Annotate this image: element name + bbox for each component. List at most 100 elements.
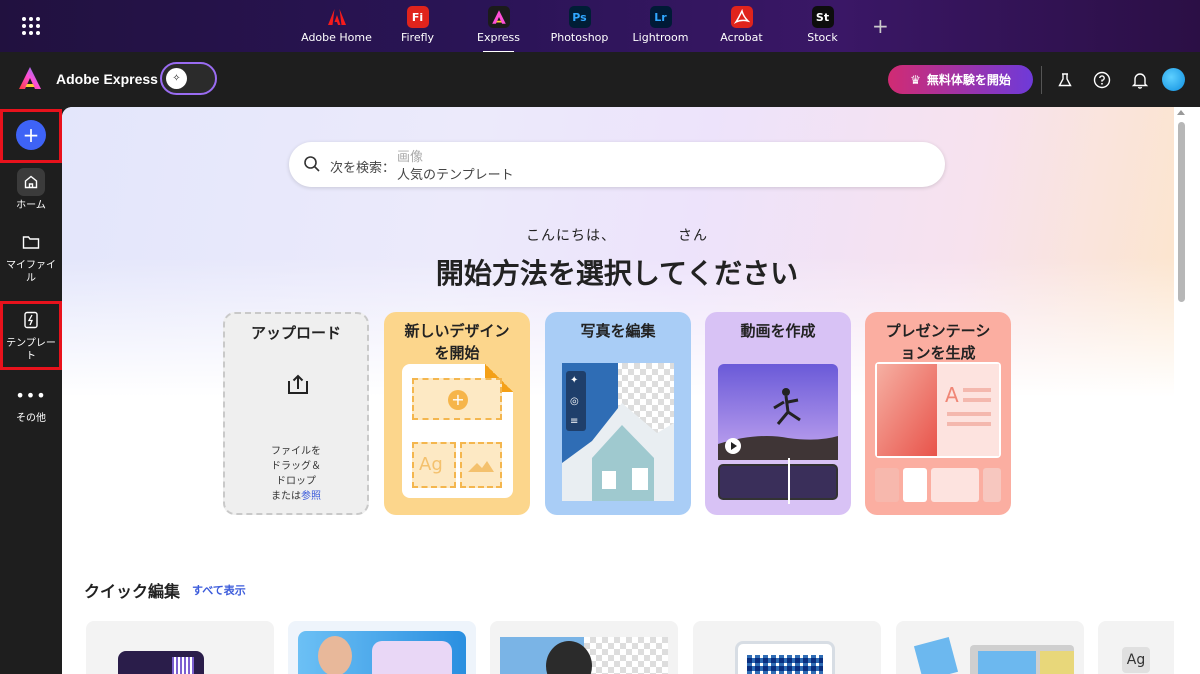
- app-tab-label: Lightroom: [632, 31, 689, 44]
- page-headline: 開始方法を選択してください: [435, 257, 799, 290]
- sparkle-icon: ✧: [166, 68, 187, 89]
- app-tab-express[interactable]: Express: [458, 6, 539, 53]
- folder-icon: [17, 228, 45, 256]
- video-thumbnail: [718, 364, 838, 460]
- generate-presentation-card[interactable]: プレゼンテーシ ョンを生成 A: [865, 312, 1011, 515]
- upload-line: ファイルを: [271, 446, 321, 457]
- sliders-icon: ≡: [570, 416, 579, 427]
- app-tab-label: Photoshop: [550, 31, 609, 44]
- magic-wand-icon: ✦: [570, 375, 579, 386]
- card-title: プレゼンテーシ ョンを生成: [865, 320, 1011, 364]
- left-sidebar: + ホーム マイファイル テンプレート ••• その他: [0, 107, 62, 674]
- image-placeholder: +: [412, 378, 502, 420]
- slides-illustration: A: [875, 362, 1001, 502]
- app-switcher-bar: Adobe Home Fi Firefly Express Ps Photoshop Lr L…: [0, 0, 1200, 53]
- app-grid-icon[interactable]: [22, 17, 40, 35]
- app-tab-label: Adobe Home: [301, 31, 372, 44]
- card-title: アップロード: [250, 324, 341, 342]
- quick-action-resize-image[interactable]: [896, 621, 1084, 674]
- text-ag-icon: Ag: [1122, 647, 1150, 673]
- sidebar-item-label: ホーム: [16, 200, 46, 211]
- quick-action-qr-code[interactable]: [693, 621, 881, 674]
- app-tab-stock[interactable]: St Stock: [782, 6, 863, 44]
- upload-line: または: [271, 491, 301, 502]
- search-placeholder-rotating: 画像: [397, 150, 424, 165]
- card-title-line: プレゼンテーシ: [885, 322, 991, 340]
- search-icon: [304, 156, 320, 172]
- sidebar-item-my-files[interactable]: マイファイル: [0, 228, 62, 285]
- face-swap-panel: [372, 641, 452, 674]
- browse-link[interactable]: 参照: [301, 491, 321, 502]
- qr-code-icon: [747, 655, 823, 674]
- photoshop-icon: Ps: [568, 6, 591, 28]
- plus-icon: +: [16, 120, 46, 150]
- app-title: Adobe Express: [56, 71, 158, 87]
- upload-card[interactable]: アップロード ファイルを ドラッグ＆ ドロップ または参照: [223, 312, 369, 515]
- quick-action-qr-style[interactable]: [86, 621, 274, 674]
- crown-icon: ♛: [910, 72, 921, 87]
- search-placeholder: 人気のテンプレート: [397, 168, 514, 183]
- new-design-card[interactable]: 新しいデザイン を開始 + Ag: [384, 312, 530, 515]
- adobe-express-logo[interactable]: [17, 65, 43, 91]
- sidebar-item-label: マイファイル: [6, 260, 56, 284]
- quick-action-remove-background[interactable]: [288, 621, 476, 674]
- user-avatar[interactable]: [1162, 68, 1185, 91]
- adobe-home-icon: [326, 6, 348, 28]
- card-title: 動画を作成: [740, 322, 816, 340]
- greeting: こんにちは、 さん: [62, 225, 1172, 245]
- scrollbar-thumb[interactable]: [1178, 122, 1185, 302]
- sidebar-item-home[interactable]: ホーム: [0, 168, 62, 212]
- greeting-end: さん: [678, 228, 708, 244]
- lightroom-icon: Lr: [649, 6, 672, 28]
- card-title-line: 新しいデザイン: [404, 322, 510, 340]
- help-icon[interactable]: [1092, 70, 1112, 90]
- quick-action-crop-image[interactable]: [490, 621, 678, 674]
- create-new-button[interactable]: +: [0, 120, 62, 150]
- trial-button-label: 無料体験を開始: [926, 73, 1011, 87]
- timeline-playhead: [788, 458, 790, 504]
- sidebar-item-label: テンプレート: [6, 338, 56, 362]
- chameleon-thumbnail: [1040, 651, 1074, 674]
- app-tab-lightroom[interactable]: Lr Lightroom: [620, 6, 701, 44]
- image-shape-placeholder: [460, 442, 502, 488]
- scroll-up-arrow[interactable]: [1177, 110, 1185, 115]
- search-label: 次を検索：: [330, 161, 396, 176]
- header-divider: [1041, 66, 1042, 94]
- image-adjust-icon: ◎: [570, 396, 579, 407]
- app-tab-label: Stock: [807, 31, 838, 44]
- acrobat-icon: [730, 6, 753, 28]
- home-icon: [17, 168, 45, 196]
- stock-icon: St: [811, 6, 834, 28]
- app-tab-label: Express: [477, 31, 520, 44]
- bird-of-paradise-thumbnail: [978, 651, 1036, 674]
- image-thumbnail-small: [913, 636, 959, 674]
- app-tab-photoshop[interactable]: Ps Photoshop: [539, 6, 620, 44]
- app-tab-label: Acrobat: [720, 31, 763, 44]
- upload-icon: [288, 374, 308, 394]
- pattern-thumbnail: [172, 657, 194, 674]
- notification-bell-icon[interactable]: [1130, 70, 1150, 90]
- greeting-start: こんにちは、: [526, 228, 616, 244]
- text-ag-icon: Ag: [419, 454, 443, 475]
- add-app-icon[interactable]: +: [872, 14, 889, 38]
- card-title-line: を開始: [434, 344, 480, 362]
- make-video-card[interactable]: 動画を作成: [705, 312, 851, 515]
- sidebar-item-templates[interactable]: テンプレート: [0, 306, 62, 363]
- upload-line: ドロップ: [276, 476, 316, 487]
- sidebar-item-more[interactable]: ••• その他: [0, 381, 62, 425]
- app-tab-adobe-home[interactable]: Adobe Home: [296, 6, 377, 44]
- app-header: Adobe Express ✧ ♛ 無料体験を開始: [0, 52, 1200, 107]
- app-tab-acrobat[interactable]: Acrobat: [701, 6, 782, 44]
- show-all-link[interactable]: すべて表示: [192, 582, 246, 598]
- search-bar[interactable]: 次を検索： 画像 人気のテンプレート: [289, 142, 945, 187]
- edit-photo-card[interactable]: 写真を編集 ✦ ◎ ≡: [545, 312, 691, 515]
- app-list: Adobe Home Fi Firefly Express Ps Photoshop Lr L…: [296, 6, 863, 53]
- beaker-icon[interactable]: [1055, 70, 1075, 90]
- start-free-trial-button[interactable]: ♛ 無料体験を開始: [888, 65, 1033, 94]
- svg-text:A: A: [945, 383, 959, 407]
- portrait-thumbnail: [318, 636, 352, 674]
- upload-line: ドラッグ＆: [271, 461, 321, 472]
- card-title: 写真を編集: [580, 322, 656, 340]
- ai-mode-toggle[interactable]: ✧: [160, 62, 217, 95]
- app-tab-firefly[interactable]: Fi Firefly: [377, 6, 458, 44]
